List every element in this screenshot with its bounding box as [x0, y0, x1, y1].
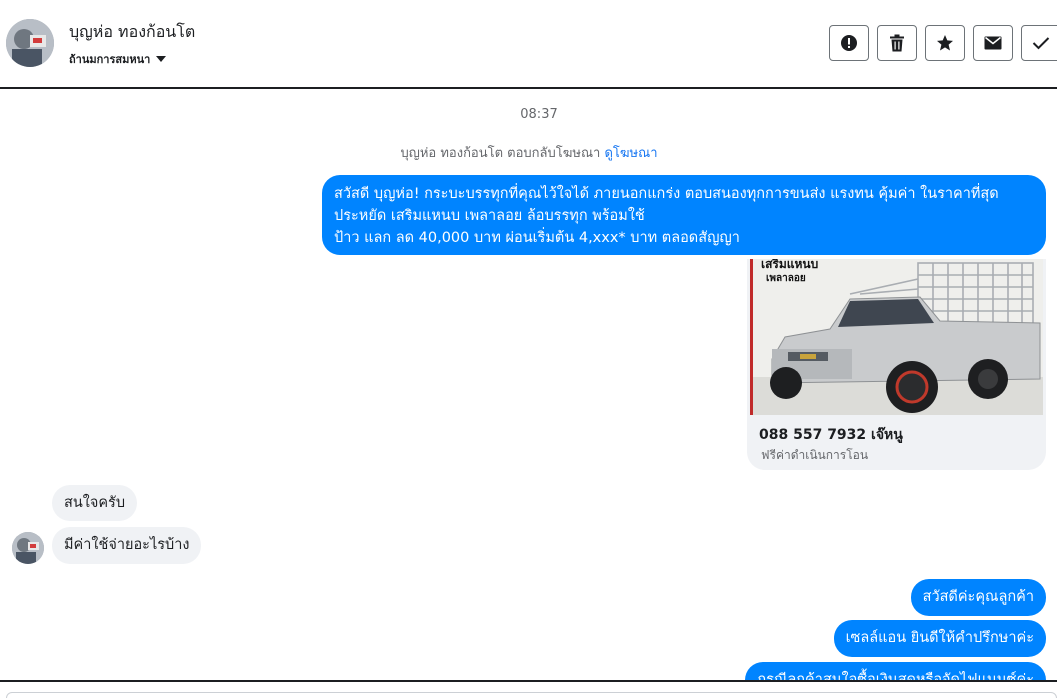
contact-avatar-small[interactable]: [12, 532, 44, 564]
ad-image-text: เพลาลอย: [766, 273, 806, 284]
ad-message-bubble: สวัสดี บุญห่อ! กระบะบรรทุกที่คุณไว้ใจได้…: [322, 175, 1046, 255]
report-button[interactable]: [829, 25, 869, 61]
chevron-down-icon: [156, 56, 167, 62]
outgoing-message: เซลล์แอน ยินดีให้คำปรึกษาค่ะ: [833, 620, 1046, 657]
mark-unread-button[interactable]: [973, 25, 1013, 61]
trash-icon: [890, 34, 904, 52]
ad-card-subtitle: ฟรีค่าดำเนินการโอน: [761, 448, 869, 462]
contact-avatar[interactable]: [6, 19, 54, 67]
delete-button[interactable]: [877, 25, 917, 61]
ad-card[interactable]: เสริมแหนบ เพลาลอย 088 557 7932 เจ๊หนู ฟร…: [747, 259, 1046, 470]
envelope-icon: [984, 36, 1002, 50]
outgoing-message: กรณีลูกค้าสนใจซื้อเงินสดหรือจัดไฟแนนซ์ค่…: [745, 662, 1046, 680]
ad-message-line: สวัสดี บุญห่อ! กระบะบรรทุกที่คุณไว้ใจได้…: [334, 186, 999, 202]
outgoing-message: สวัสดีค่ะคุณลูกค้า: [910, 579, 1046, 616]
message-timestamp: 08:37: [520, 107, 558, 122]
ad-image-text: เสริมแหนบ: [761, 259, 818, 271]
ad-card-image: เสริมแหนบ เพลาลอย: [750, 259, 1043, 415]
star-icon: [937, 35, 953, 51]
star-button[interactable]: [925, 25, 965, 61]
assign-label: ถ้านมการสมหนา: [69, 53, 151, 66]
incoming-message: มีค่าใช้จ่ายอะไรบ้าง: [52, 527, 202, 564]
composer-divider: [0, 680, 1057, 682]
assign-dropdown[interactable]: ถ้านมการสมหนา: [69, 50, 167, 68]
contact-name: บุญห่อ ทองก้อนโต: [69, 22, 196, 41]
ad-card-title: 088 557 7932 เจ๊หนู: [759, 427, 903, 443]
exclamation-circle-icon: [841, 35, 857, 51]
incoming-message: สนใจครับ: [52, 485, 138, 521]
ad-message-line: ประหยัด เสริมแหนบ เพลาลอย ล้อบรรทุก พร้อ…: [334, 208, 645, 224]
view-ad-link[interactable]: ดูโฆษณา: [604, 146, 657, 161]
reply-notice-text: บุญห่อ ทองก้อนโต ตอบกลับโฆษณา: [400, 146, 601, 161]
message-thread[interactable]: 08:37 บุญห่อ ทองก้อนโต ตอบกลับโฆษณา ดูโฆ…: [0, 89, 1057, 680]
mark-done-button[interactable]: [1021, 25, 1057, 61]
ad-message-line: ป้าว แลก ลด 40,000 บาท ผ่อนเริ่มต้น 4,xx…: [334, 230, 740, 246]
message-composer[interactable]: [6, 692, 1057, 698]
ad-reply-notice: บุญห่อ ทองก้อนโต ตอบกลับโฆษณา ดูโฆษณา: [0, 142, 1057, 163]
conversation-header: บุญห่อ ทองก้อนโต ถ้านมการสมหนา: [0, 0, 1057, 89]
check-icon: [1032, 37, 1050, 50]
